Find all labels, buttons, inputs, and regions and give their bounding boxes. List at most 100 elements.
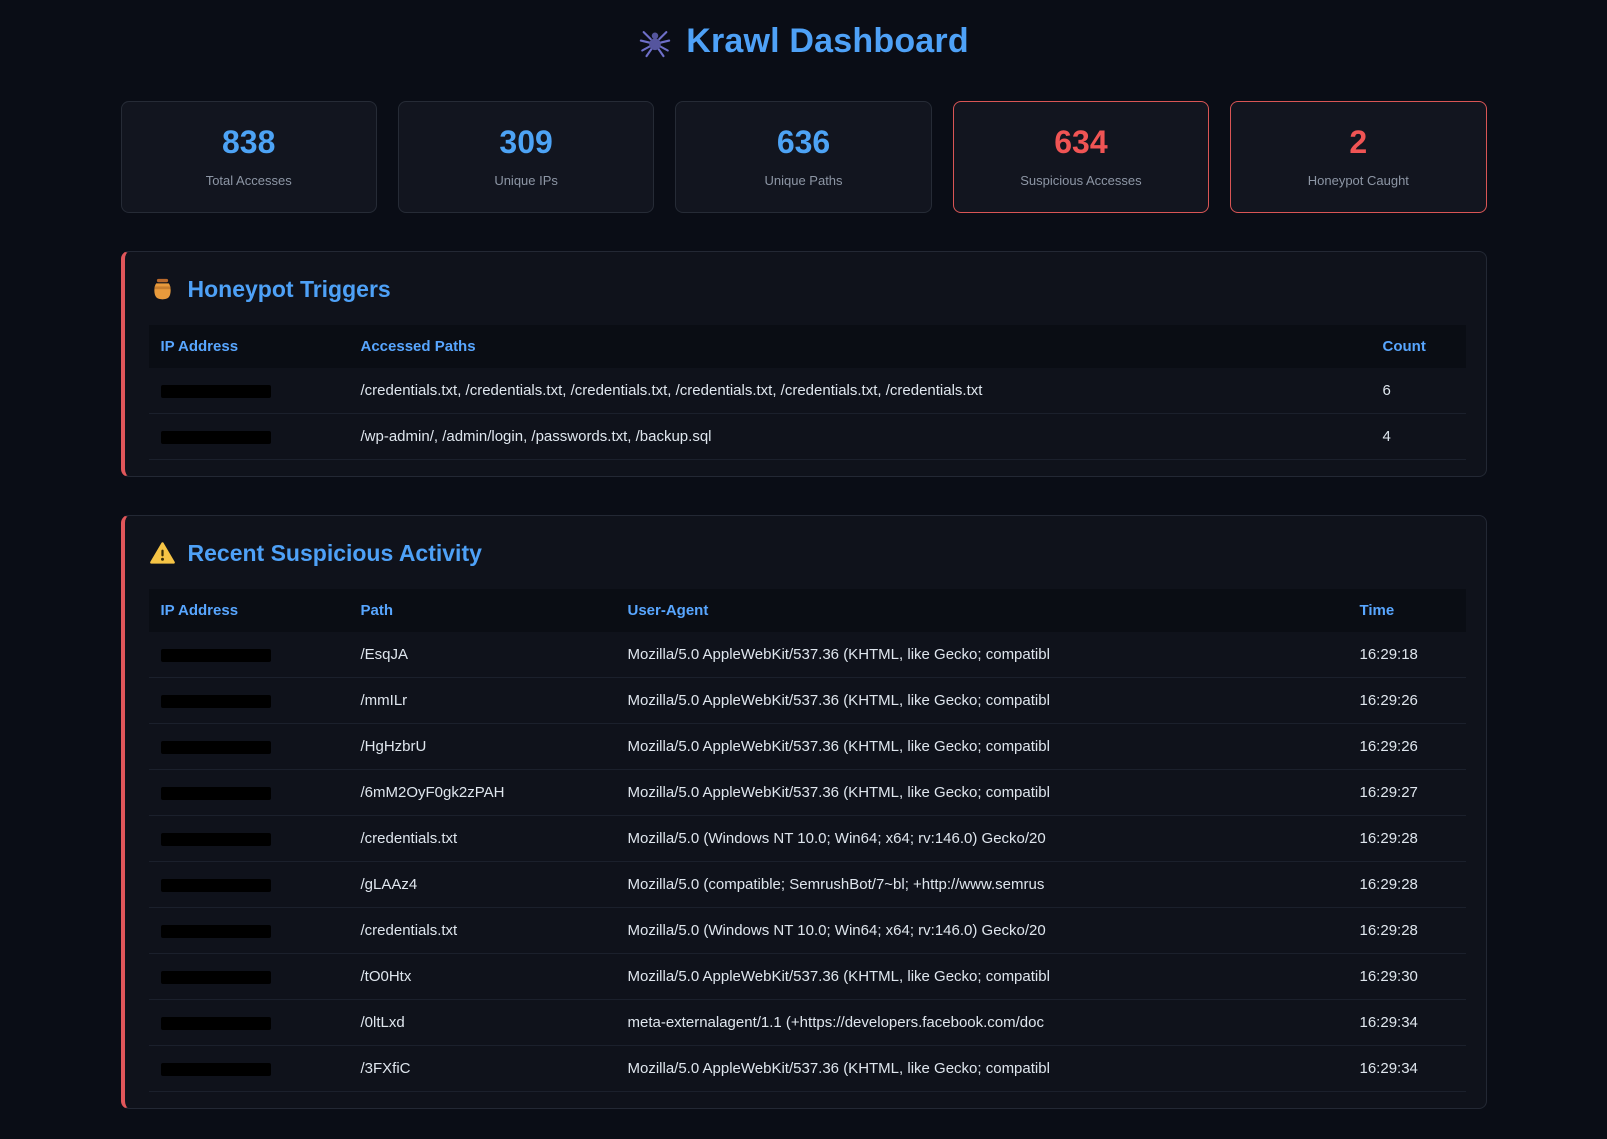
stats-row: 838 Total Accesses 309 Unique IPs 636 Un… [121, 101, 1487, 213]
user-agent-cell: Mozilla/5.0 (Windows NT 10.0; Win64; x64… [616, 816, 1348, 862]
stat-value: 309 [409, 124, 643, 161]
suspicious-table-header: IP Address Path User-Agent Time [149, 589, 1466, 632]
suspicious-table-row: /6mM2OyF0gk2zPAH Mozilla/5.0 AppleWebKit… [149, 770, 1466, 816]
ip-address-cell [149, 770, 349, 816]
user-agent-cell: Mozilla/5.0 AppleWebKit/537.36 (KHTML, l… [616, 632, 1348, 678]
path-cell: /6mM2OyF0gk2zPAH [349, 770, 616, 816]
stat-card: 309 Unique IPs [398, 101, 654, 213]
suspicious-table-row: /credentials.txt Mozilla/5.0 (Windows NT… [149, 908, 1466, 954]
stat-value: 634 [964, 124, 1198, 161]
user-agent-cell: Mozilla/5.0 (compatible; SemrushBot/7~bl… [616, 862, 1348, 908]
honeypot-title: Honeypot Triggers [188, 276, 391, 303]
suspicious-col-time: Time [1348, 589, 1466, 632]
suspicious-col-ip-address: IP Address [149, 589, 349, 632]
honeypot-panel: Honeypot Triggers IP Address Accessed Pa… [121, 251, 1487, 477]
suspicious-table-row: /gLAAz4 Mozilla/5.0 (compatible; Semrush… [149, 862, 1466, 908]
suspicious-table-row: /EsqJA Mozilla/5.0 AppleWebKit/537.36 (K… [149, 632, 1466, 678]
path-cell: /credentials.txt [349, 816, 616, 862]
stat-value: 838 [132, 124, 366, 161]
path-cell: /0ltLxd [349, 1000, 616, 1046]
ip-address-cell [149, 908, 349, 954]
user-agent-cell: Mozilla/5.0 AppleWebKit/537.36 (KHTML, l… [616, 954, 1348, 1000]
redacted-ip [161, 833, 271, 846]
dashboard-page: Krawl Dashboard 838 Total Accesses 309 U… [121, 0, 1487, 1139]
stat-card: 2 Honeypot Caught [1230, 101, 1486, 213]
redacted-ip [161, 787, 271, 800]
honeypot-col-accessed-paths: Accessed Paths [349, 325, 1371, 368]
stat-card: 636 Unique Paths [675, 101, 931, 213]
ip-address-cell [149, 816, 349, 862]
ip-address-cell [149, 1000, 349, 1046]
honeypot-table-header: IP Address Accessed Paths Count [149, 325, 1466, 368]
honeypot-icon [149, 276, 176, 303]
suspicious-rows: /EsqJA Mozilla/5.0 AppleWebKit/537.36 (K… [149, 632, 1466, 1092]
honeypot-panel-title: Honeypot Triggers [149, 276, 1466, 303]
suspicious-title: Recent Suspicious Activity [188, 540, 482, 567]
redacted-ip [161, 385, 271, 398]
time-cell: 16:29:28 [1348, 862, 1466, 908]
path-cell: /3FXfiC [349, 1046, 616, 1092]
user-agent-cell: Mozilla/5.0 AppleWebKit/537.36 (KHTML, l… [616, 724, 1348, 770]
stat-value: 636 [686, 124, 920, 161]
warning-icon [149, 540, 176, 567]
honeypot-table-row: /wp-admin/, /admin/login, /passwords.txt… [149, 414, 1466, 460]
suspicious-table-row: /tO0Htx Mozilla/5.0 AppleWebKit/537.36 (… [149, 954, 1466, 1000]
honeypot-table-row: /credentials.txt, /credentials.txt, /cre… [149, 368, 1466, 414]
suspicious-table-row: /3FXfiC Mozilla/5.0 AppleWebKit/537.36 (… [149, 1046, 1466, 1092]
path-cell: /tO0Htx [349, 954, 616, 1000]
suspicious-col-user-agent: User-Agent [616, 589, 1348, 632]
suspicious-table: IP Address Path User-Agent Time /EsqJA M… [149, 589, 1466, 1092]
honeypot-table: IP Address Accessed Paths Count /credent… [149, 325, 1466, 460]
time-cell: 16:29:28 [1348, 816, 1466, 862]
ip-address-cell [149, 632, 349, 678]
time-cell: 16:29:26 [1348, 724, 1466, 770]
count-cell: 4 [1371, 414, 1466, 460]
time-cell: 16:29:18 [1348, 632, 1466, 678]
time-cell: 16:29:34 [1348, 1000, 1466, 1046]
time-cell: 16:29:34 [1348, 1046, 1466, 1092]
path-cell: /mmILr [349, 678, 616, 724]
redacted-ip [161, 1063, 271, 1076]
header: Krawl Dashboard [121, 14, 1487, 61]
ip-address-cell [149, 954, 349, 1000]
suspicious-activity-panel: Recent Suspicious Activity IP Address Pa… [121, 515, 1487, 1109]
redacted-ip [161, 649, 271, 662]
suspicious-table-row: /0ltLxd meta-externalagent/1.1 (+https:/… [149, 1000, 1466, 1046]
accessed-paths-cell: /wp-admin/, /admin/login, /passwords.txt… [349, 414, 1371, 460]
redacted-ip [161, 1017, 271, 1030]
ip-address-cell [149, 1046, 349, 1092]
stat-card: 634 Suspicious Accesses [953, 101, 1209, 213]
path-cell: /EsqJA [349, 632, 616, 678]
stat-label: Suspicious Accesses [964, 173, 1198, 188]
ip-address-cell [149, 724, 349, 770]
suspicious-table-row: /mmILr Mozilla/5.0 AppleWebKit/537.36 (K… [149, 678, 1466, 724]
user-agent-cell: Mozilla/5.0 AppleWebKit/537.36 (KHTML, l… [616, 678, 1348, 724]
redacted-ip [161, 925, 271, 938]
redacted-ip [161, 431, 271, 444]
accessed-paths-cell: /credentials.txt, /credentials.txt, /cre… [349, 368, 1371, 414]
ip-address-cell [149, 862, 349, 908]
redacted-ip [161, 741, 271, 754]
honeypot-rows: /credentials.txt, /credentials.txt, /cre… [149, 368, 1466, 460]
stat-label: Total Accesses [132, 173, 366, 188]
honeypot-col-ip-address: IP Address [149, 325, 349, 368]
ip-address-cell [149, 414, 349, 460]
suspicious-panel-title: Recent Suspicious Activity [149, 540, 1466, 567]
user-agent-cell: meta-externalagent/1.1 (+https://develop… [616, 1000, 1348, 1046]
time-cell: 16:29:26 [1348, 678, 1466, 724]
ip-address-cell [149, 368, 349, 414]
stat-label: Unique IPs [409, 173, 643, 188]
user-agent-cell: Mozilla/5.0 (Windows NT 10.0; Win64; x64… [616, 908, 1348, 954]
redacted-ip [161, 695, 271, 708]
stat-card: 838 Total Accesses [121, 101, 377, 213]
redacted-ip [161, 971, 271, 984]
honeypot-col-count: Count [1371, 325, 1466, 368]
stat-label: Honeypot Caught [1241, 173, 1475, 188]
suspicious-table-row: /HgHzbrU Mozilla/5.0 AppleWebKit/537.36 … [149, 724, 1466, 770]
suspicious-table-row: /credentials.txt Mozilla/5.0 (Windows NT… [149, 816, 1466, 862]
ip-address-cell [149, 678, 349, 724]
suspicious-col-path: Path [349, 589, 616, 632]
redacted-ip [161, 879, 271, 892]
path-cell: /credentials.txt [349, 908, 616, 954]
time-cell: 16:29:27 [1348, 770, 1466, 816]
